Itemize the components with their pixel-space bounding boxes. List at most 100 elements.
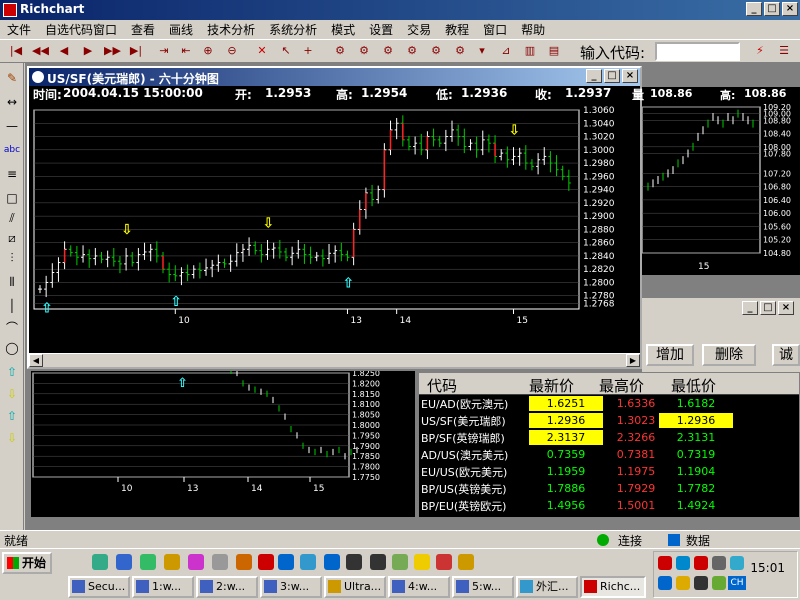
menu-view[interactable]: 查看	[124, 21, 162, 38]
forward-icon[interactable]: ▶	[80, 43, 96, 59]
menu-system[interactable]: 系统分析	[262, 21, 324, 38]
qq-icon[interactable]	[346, 554, 362, 570]
fast-forward-icon[interactable]: ▶▶	[104, 43, 121, 59]
menu-tutorial[interactable]: 教程	[438, 21, 476, 38]
table-row[interactable]: BP/EU(英镑欧元) 1.4956 1.5001 1.4924	[419, 497, 799, 514]
fib-icon[interactable]: ⫽	[3, 209, 21, 227]
menu-watchlist[interactable]: 自选代码窗口	[38, 21, 124, 38]
gann-icon[interactable]: ⧄	[3, 229, 21, 247]
chart-type1-icon[interactable]: ⊿	[498, 43, 514, 59]
compress-icon[interactable]: ⇥	[156, 43, 172, 59]
quicklaunch-icon[interactable]	[92, 554, 108, 570]
task-button-4w[interactable]: 4:w...	[388, 576, 450, 598]
tray-icon[interactable]	[712, 556, 726, 570]
quicklaunch-icon[interactable]	[436, 554, 452, 570]
qq-icon[interactable]	[694, 576, 708, 590]
header-low[interactable]: 最低价	[671, 375, 716, 396]
language-indicator[interactable]: CH	[728, 576, 746, 590]
ellipse-icon[interactable]: ◯	[3, 339, 21, 357]
menu-draw[interactable]: 画线	[162, 21, 200, 38]
fast-back-icon[interactable]: ◀◀	[32, 43, 49, 59]
quicklaunch-icon[interactable]	[140, 554, 156, 570]
expand-icon[interactable]: ⇤	[178, 43, 194, 59]
chart-minimize-button[interactable]: _	[586, 69, 602, 83]
pointer-icon[interactable]: ↖	[278, 43, 294, 59]
indicator1-icon[interactable]: ⚙	[332, 43, 348, 59]
chart-type3-icon[interactable]: ▤	[546, 43, 562, 59]
crosshair-icon[interactable]: +	[300, 43, 316, 59]
task-button-secu[interactable]: Secu...	[68, 576, 130, 598]
indicator3-icon[interactable]: ⚙	[380, 43, 396, 59]
header-code[interactable]: 代码	[427, 375, 457, 396]
scroll-left-icon[interactable]: ◀	[29, 354, 43, 367]
menu-settings[interactable]: 设置	[362, 21, 400, 38]
tray-icon[interactable]	[712, 576, 726, 590]
maximize-button[interactable]: □	[764, 2, 780, 16]
table-row[interactable]: AD/US(澳元美元) 0.7359 0.7381 0.7319	[419, 446, 799, 463]
chart-type2-icon[interactable]: ▥	[522, 43, 538, 59]
ie-icon[interactable]	[116, 554, 132, 570]
up-arrow-icon[interactable]: ⇧	[3, 363, 21, 381]
menu-mode[interactable]: 模式	[324, 21, 362, 38]
delete-icon[interactable]: ✕	[254, 43, 270, 59]
zoom-in-icon[interactable]: ⊕	[200, 43, 216, 59]
scroll-right-icon[interactable]: ▶	[626, 354, 640, 367]
task-button-1w[interactable]: 1:w...	[132, 576, 194, 598]
rectangle-icon[interactable]: □	[3, 189, 21, 207]
quicklaunch-icon[interactable]	[458, 554, 474, 570]
minimize-button[interactable]: _	[746, 2, 762, 16]
menu-help[interactable]: 帮助	[514, 21, 552, 38]
indicator5-icon[interactable]: ⚙	[428, 43, 444, 59]
cycle-icon[interactable]: ⦀	[3, 273, 21, 291]
indicator4-icon[interactable]: ⚙	[404, 43, 420, 59]
quote-close-button[interactable]: ×	[778, 301, 794, 315]
close-button[interactable]: ×	[782, 2, 798, 16]
task-button-3w[interactable]: 3:w...	[260, 576, 322, 598]
table-row[interactable]: US/SF(美元瑞郎) 1.2936 1.3023 1.2936	[419, 412, 799, 429]
quicklaunch-icon[interactable]	[188, 554, 204, 570]
dropdown-icon[interactable]: ▾	[474, 43, 490, 59]
menu-technical[interactable]: 技术分析	[200, 21, 262, 38]
arc-icon[interactable]: ⌒	[3, 319, 21, 337]
tray-icon[interactable]	[694, 556, 708, 570]
chart-close-button[interactable]: ×	[622, 69, 638, 83]
lightning-icon[interactable]: ⚡	[752, 43, 768, 59]
quicklaunch-icon[interactable]	[278, 554, 294, 570]
horizontal-arrow-icon[interactable]: ↔	[3, 93, 21, 111]
indicator2-icon[interactable]: ⚙	[356, 43, 372, 59]
channel-icon[interactable]: ⫶	[3, 249, 21, 267]
header-high[interactable]: 最高价	[599, 375, 644, 396]
third-button[interactable]: 诚	[772, 344, 800, 366]
quicklaunch-icon[interactable]	[300, 554, 316, 570]
last-icon[interactable]: ▶|	[128, 43, 144, 59]
horizontal-line-icon[interactable]: —	[3, 117, 21, 135]
task-button-2w[interactable]: 2:w...	[196, 576, 258, 598]
table-row[interactable]: BP/SF(英镑瑞郎) 2.3137 2.3266 2.3131	[419, 429, 799, 446]
table-row[interactable]: EU/AD(欧元澳元) 1.6251 1.6336 1.6182	[419, 395, 799, 412]
quote-maximize-button[interactable]: □	[760, 301, 776, 315]
quicklaunch-icon[interactable]	[212, 554, 228, 570]
text-icon[interactable]: abc	[3, 141, 21, 159]
add-button[interactable]: 增加	[646, 344, 694, 366]
chart-maximize-button[interactable]: □	[604, 69, 620, 83]
zoom-out-icon[interactable]: ⊖	[224, 43, 240, 59]
options-icon[interactable]: ☰	[776, 43, 792, 59]
down-arrow-icon[interactable]: ⇩	[3, 385, 21, 403]
lines-icon[interactable]: ≡	[3, 165, 21, 183]
tray-icon[interactable]	[676, 556, 690, 570]
tray-icon[interactable]	[730, 556, 744, 570]
delete-button[interactable]: 删除	[702, 344, 756, 366]
quicklaunch-icon[interactable]	[258, 554, 274, 570]
task-button-ultra[interactable]: Ultra...	[324, 576, 386, 598]
task-button-richchart[interactable]: Richc...	[580, 576, 646, 598]
tray-icon[interactable]	[676, 576, 690, 590]
tray-icon[interactable]	[658, 556, 672, 570]
quote-minimize-button[interactable]: _	[742, 301, 758, 315]
table-row[interactable]: BP/US(英镑美元) 1.7886 1.7929 1.7782	[419, 480, 799, 497]
tray-icon[interactable]	[658, 576, 672, 590]
first-icon[interactable]: |◀	[8, 43, 24, 59]
start-button[interactable]: 开始	[2, 552, 52, 574]
menu-file[interactable]: 文件	[0, 21, 38, 38]
quicklaunch-icon[interactable]	[392, 554, 408, 570]
vertical-line-icon[interactable]: │	[3, 297, 21, 315]
